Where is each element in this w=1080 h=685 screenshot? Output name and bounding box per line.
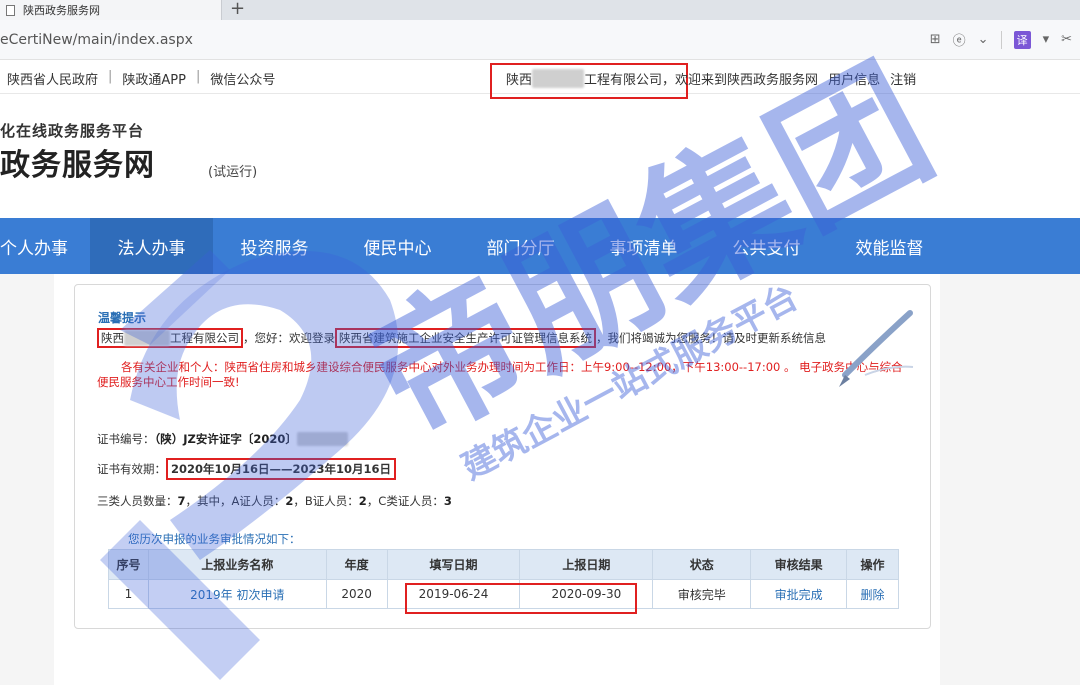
column-header: 填写日期	[386, 549, 521, 580]
greeting-text: 陕西某某某某工程有限公司，您好：欢迎登录陕西省建筑施工企业安全生产许可证管理信息…	[97, 328, 826, 348]
nav-supervision[interactable]: 效能监督	[828, 218, 951, 274]
pen-icon	[839, 310, 914, 387]
logo-title: 政务服务网	[0, 148, 155, 183]
tip-title: 温馨提示	[98, 311, 147, 325]
column-header: 上报业务名称	[147, 549, 327, 580]
separator: |	[195, 69, 201, 84]
web-page: 陕西省人民政府 | 陕政通APP | 微信公众号 陕西某某某某工程有限公司，欢迎…	[0, 60, 1080, 685]
column-header: 上报日期	[519, 549, 654, 580]
column-header: 操作	[846, 549, 899, 580]
column-header: 序号	[108, 549, 149, 580]
main-nav: 个人办事 法人办事 投资服务 便民中心 部门分厅 事项清单 公共支付 效能监督	[0, 218, 1080, 274]
url-field[interactable]: eCertiNew/main/index.aspx	[0, 32, 193, 48]
document-icon	[6, 4, 15, 16]
new-tab-button[interactable]: +	[230, 0, 245, 19]
column-header: 年度	[325, 549, 388, 580]
company-name: 陕西某某某某工程有限公司	[97, 328, 243, 348]
scissors-icon[interactable]: ✂	[1061, 32, 1072, 47]
welcome-text: 陕西某某某某工程有限公司，欢迎来到陕西政务服务网	[506, 69, 818, 88]
column-header: 状态	[652, 549, 752, 580]
user-info-link[interactable]: 用户信息	[828, 69, 880, 88]
notice-text: 各有关企业和个人：陕西省住房和城乡建设综合便民服务中心对外业务办理时间为工作日：…	[97, 360, 903, 389]
browser-icon[interactable]: ⓔ	[953, 30, 966, 49]
link-app[interactable]: 陕政通APP	[122, 69, 186, 88]
separator: |	[108, 69, 113, 84]
table-header-row: 序号 上报业务名称 年度 填写日期 上报日期 状态 审核结果 操作	[108, 549, 899, 580]
left-panel	[0, 274, 54, 685]
address-bar: eCertiNew/main/index.aspx ⊞ ⓔ ⌄ 译 ▾ ✂	[0, 20, 1080, 60]
dates-highlight-box	[405, 583, 637, 614]
nav-item-list[interactable]: 事项清单	[582, 218, 705, 274]
translate-icon[interactable]: 译	[1013, 30, 1031, 49]
trial-label: (试运行)	[208, 165, 258, 180]
tab-title: 陕西政务服务网	[23, 4, 100, 17]
nav-payment[interactable]: 公共支付	[705, 218, 828, 274]
delete-link[interactable]: 删除	[846, 579, 899, 609]
right-panel	[940, 274, 1080, 685]
row-index: 1	[108, 579, 149, 609]
history-caption: 您历次申报的业务审批情况如下：	[128, 532, 301, 546]
business-name-link[interactable]: 2019年 初次申请	[147, 579, 327, 609]
nav-departments[interactable]: 部门分厅	[459, 218, 582, 274]
cert-validity: 证书有效期： 2020年10月16日——2023年10月16日	[97, 458, 397, 480]
review-result-link[interactable]: 审批完成	[750, 579, 847, 609]
staff-count: 三类人员数量：7，其中，A证人员：2，B证人员：2，C类证人员：3	[97, 494, 452, 508]
nav-legal-person[interactable]: 法人办事	[90, 218, 213, 274]
link-provincial-government[interactable]: 陕西省人民政府	[7, 69, 98, 88]
chevron-down-icon[interactable]: ⌄	[978, 32, 989, 47]
browser-tab[interactable]: 陕西政务服务网	[0, 0, 222, 20]
system-name: 陕西省建筑施工企业安全生产许可证管理信息系统	[335, 328, 596, 348]
column-header: 审核结果	[750, 549, 847, 580]
logo-subtitle: 化在线政务服务平台	[0, 122, 145, 140]
nav-convenience[interactable]: 便民中心	[336, 218, 459, 274]
top-bar: 陕西省人民政府 | 陕政通APP | 微信公众号 陕西某某某某工程有限公司，欢迎…	[0, 60, 1080, 99]
logout-link[interactable]: 注销	[890, 69, 916, 88]
nav-investment[interactable]: 投资服务	[213, 218, 336, 274]
content-panel: 温馨提示 陕西某某某某工程有限公司，您好：欢迎登录陕西省建筑施工企业安全生产许可…	[74, 284, 931, 629]
year-cell: 2020	[325, 579, 388, 609]
link-wechat[interactable]: 微信公众号	[210, 69, 275, 88]
browser-tab-bar: 陕西政务服务网 +	[0, 0, 1080, 20]
dropdown-icon[interactable]: ▾	[1043, 32, 1050, 47]
nav-personal[interactable]: 个人办事	[0, 218, 90, 274]
status-cell: 审核完毕	[652, 579, 752, 609]
grid-icon[interactable]: ⊞	[930, 32, 941, 47]
cert-number: 证书编号：（陕）JZ安许证字〔2020〕0000000	[97, 431, 349, 447]
